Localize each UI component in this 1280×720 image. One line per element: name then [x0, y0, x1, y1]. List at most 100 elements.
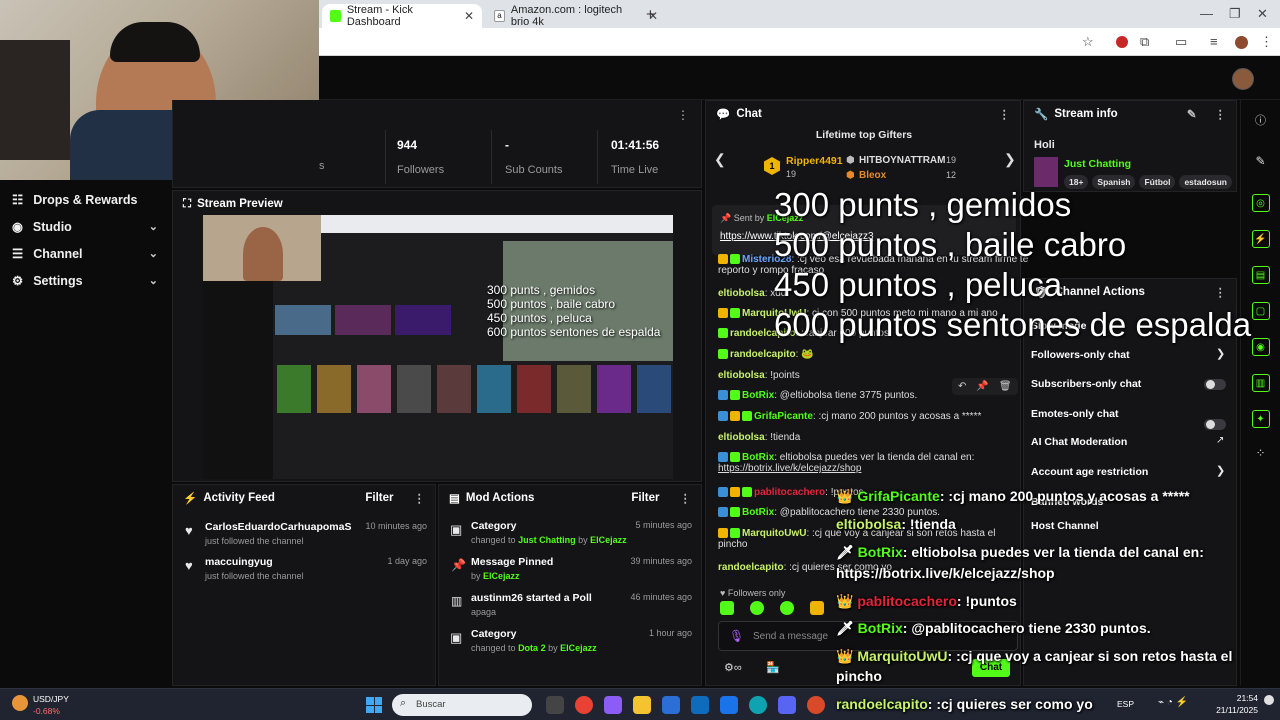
cast-icon[interactable]: ▭	[1175, 34, 1187, 50]
chat-message[interactable]: randoelcapito: 🐸	[718, 349, 814, 360]
more-options-icon[interactable]: ⋮	[1215, 107, 1227, 121]
close-icon[interactable]: ✕	[464, 9, 474, 23]
emote-icon[interactable]	[780, 601, 794, 615]
emote-icon[interactable]	[810, 601, 824, 615]
clock-date[interactable]: 21/11/2025	[1200, 705, 1258, 715]
file-explorer-icon[interactable]	[633, 696, 651, 714]
tray-icons[interactable]: ⌁ ◔ ⚡	[1158, 697, 1188, 708]
pen-icon[interactable]: ✎	[1241, 154, 1280, 168]
host-channel-action[interactable]: Host Channel	[1031, 520, 1099, 532]
microphone-icon[interactable]: 🎙	[729, 629, 744, 643]
task-view-icon[interactable]	[546, 696, 564, 714]
profile-avatar[interactable]	[1235, 36, 1248, 49]
category-link[interactable]: Just Chatting	[1064, 158, 1131, 170]
category-icon: ▣	[450, 630, 463, 645]
more-options-icon[interactable]: ⋮	[1215, 285, 1227, 299]
more-options-icon[interactable]: ⋮	[677, 108, 689, 122]
subscribers-only-toggle[interactable]	[1204, 379, 1226, 390]
studio-icon: ◉	[12, 220, 23, 234]
ticker-name: USD/JPY	[33, 694, 69, 704]
emote-icon[interactable]	[750, 601, 764, 615]
user-avatar[interactable]	[1232, 68, 1254, 90]
chat-message[interactable]: BotRix: eltiobolsa puedes ver la tienda …	[718, 452, 974, 474]
minimize-icon[interactable]: —	[1200, 6, 1213, 21]
apps-icon[interactable]: ⁘	[1241, 446, 1280, 460]
edit-icon[interactable]: ✎	[1187, 107, 1197, 121]
delete-icon[interactable]: 🗑	[999, 381, 1012, 392]
stat-subs: - Sub Counts	[505, 138, 563, 176]
outlook-icon[interactable]	[691, 696, 709, 714]
followers-only-action[interactable]: Followers-only chat	[1031, 349, 1130, 361]
stream-preview-video[interactable]: 300 punts , gemidos 500 puntos , baile c…	[203, 215, 673, 479]
broadcast-icon[interactable]: ◉	[1251, 338, 1270, 356]
media-icon[interactable]: ≡	[1210, 34, 1218, 49]
emotes-only-action[interactable]: Emotes-only chat	[1031, 408, 1119, 420]
preview-category	[357, 365, 391, 413]
tag[interactable]: estadosun	[1179, 175, 1232, 189]
sidebar-item-studio[interactable]: ◉ Studio ⌄	[0, 213, 170, 240]
activity-feed-panel: ⚡ Activity Feed Filter ⋮ ♥ CarlosEduardo…	[172, 484, 436, 686]
chrome-icon[interactable]	[575, 696, 593, 714]
bookmark-star-icon[interactable]: ☆	[1082, 34, 1094, 50]
chat-message[interactable]: eltiobolsa: !tienda	[718, 432, 800, 443]
new-tab-icon[interactable]: +	[646, 6, 655, 23]
document-icon[interactable]: ▤	[1251, 266, 1270, 284]
chat-message[interactable]: BotRix: @eltiobolsa tiene 3775 puntos.	[718, 390, 917, 401]
notification-icon[interactable]	[1264, 695, 1274, 705]
tools-icon[interactable]: ✦	[1251, 410, 1270, 428]
chevron-right-icon[interactable]: ❯	[1004, 151, 1016, 168]
chat-message[interactable]: GrifaPicante: :cj mano 200 puntos y acos…	[718, 411, 981, 422]
camera-icon[interactable]: ◎	[1251, 194, 1270, 212]
kick-icon	[330, 10, 341, 22]
sidebar-item-settings[interactable]: ⚙ Settings ⌄	[0, 267, 170, 294]
preview-webcam	[203, 215, 321, 281]
account-age-action[interactable]: Account age restriction	[1031, 466, 1148, 478]
chevron-right-icon: ❯	[1216, 465, 1226, 477]
layout-icon[interactable]: ▥	[1251, 374, 1270, 392]
lightning-icon[interactable]: ⚡	[1251, 230, 1270, 248]
chat-message[interactable]: eltiobolsa: !points	[718, 370, 800, 381]
store-icon[interactable]	[662, 696, 680, 714]
copilot-icon[interactable]	[604, 696, 622, 714]
subscribers-only-action[interactable]: Subscribers-only chat	[1031, 378, 1141, 390]
language-indicator[interactable]: ESP	[1117, 699, 1134, 709]
more-options-icon[interactable]: ⋮	[999, 107, 1011, 121]
chat-icon[interactable]: ▢	[1251, 302, 1270, 320]
edge-icon[interactable]	[749, 696, 767, 714]
clock-time[interactable]: 21:54	[1216, 693, 1258, 703]
ai-moderation-action[interactable]: AI Chat Moderation	[1031, 436, 1127, 448]
dropbox-icon[interactable]	[720, 696, 738, 714]
app-icon[interactable]	[807, 696, 825, 714]
overlay-chat-line: eltiobolsa: !tienda	[836, 516, 956, 532]
store-icon[interactable]: 🏪	[766, 661, 780, 674]
more-options-icon[interactable]: ⋮	[680, 491, 692, 505]
browser-menu-icon[interactable]: ⋮	[1260, 34, 1273, 50]
sidebar-item-drops[interactable]: ☷ Drops & Rewards	[0, 186, 170, 213]
overlay-chat-line: 👑 pablitocachero: !puntos	[836, 593, 1017, 609]
emote-icon[interactable]	[720, 601, 734, 615]
pin-icon[interactable]: 📌	[976, 381, 988, 392]
filter-button[interactable]: Filter	[631, 492, 659, 504]
emotes-only-toggle[interactable]	[1204, 419, 1226, 430]
chevron-left-icon[interactable]: ❮	[714, 151, 726, 168]
tab-amazon[interactable]: a Amazon.com : logitech brio 4k ✕	[486, 4, 666, 28]
heart-icon: ♥	[185, 558, 193, 573]
tag[interactable]: Spanish	[1092, 175, 1136, 189]
pin-icon: 📌	[720, 213, 732, 223]
tag[interactable]: Fútbol	[1139, 175, 1176, 189]
more-options-icon[interactable]: ⋮	[414, 491, 426, 505]
windows-start-icon[interactable]	[366, 697, 382, 713]
close-window-icon[interactable]: ✕	[1257, 6, 1268, 22]
maximize-icon[interactable]: ❐	[1229, 6, 1241, 22]
extensions-puzzle-icon[interactable]: ⧉	[1140, 34, 1149, 50]
filter-button[interactable]: Filter	[365, 492, 393, 504]
preview-category	[317, 365, 351, 413]
extension-icon[interactable]	[1116, 36, 1128, 48]
settings-icon[interactable]: ⚙∞	[724, 661, 742, 674]
tab-kick-dashboard[interactable]: Stream - Kick Dashboard ✕	[322, 4, 482, 28]
sidebar-item-channel[interactable]: ☰ Channel ⌄	[0, 240, 170, 267]
info-icon[interactable]: ⓘ	[1241, 112, 1280, 128]
taskbar-search[interactable]: ⌕ Buscar	[392, 694, 532, 716]
discord-icon[interactable]	[778, 696, 796, 714]
reply-icon[interactable]: ↶	[958, 381, 966, 392]
